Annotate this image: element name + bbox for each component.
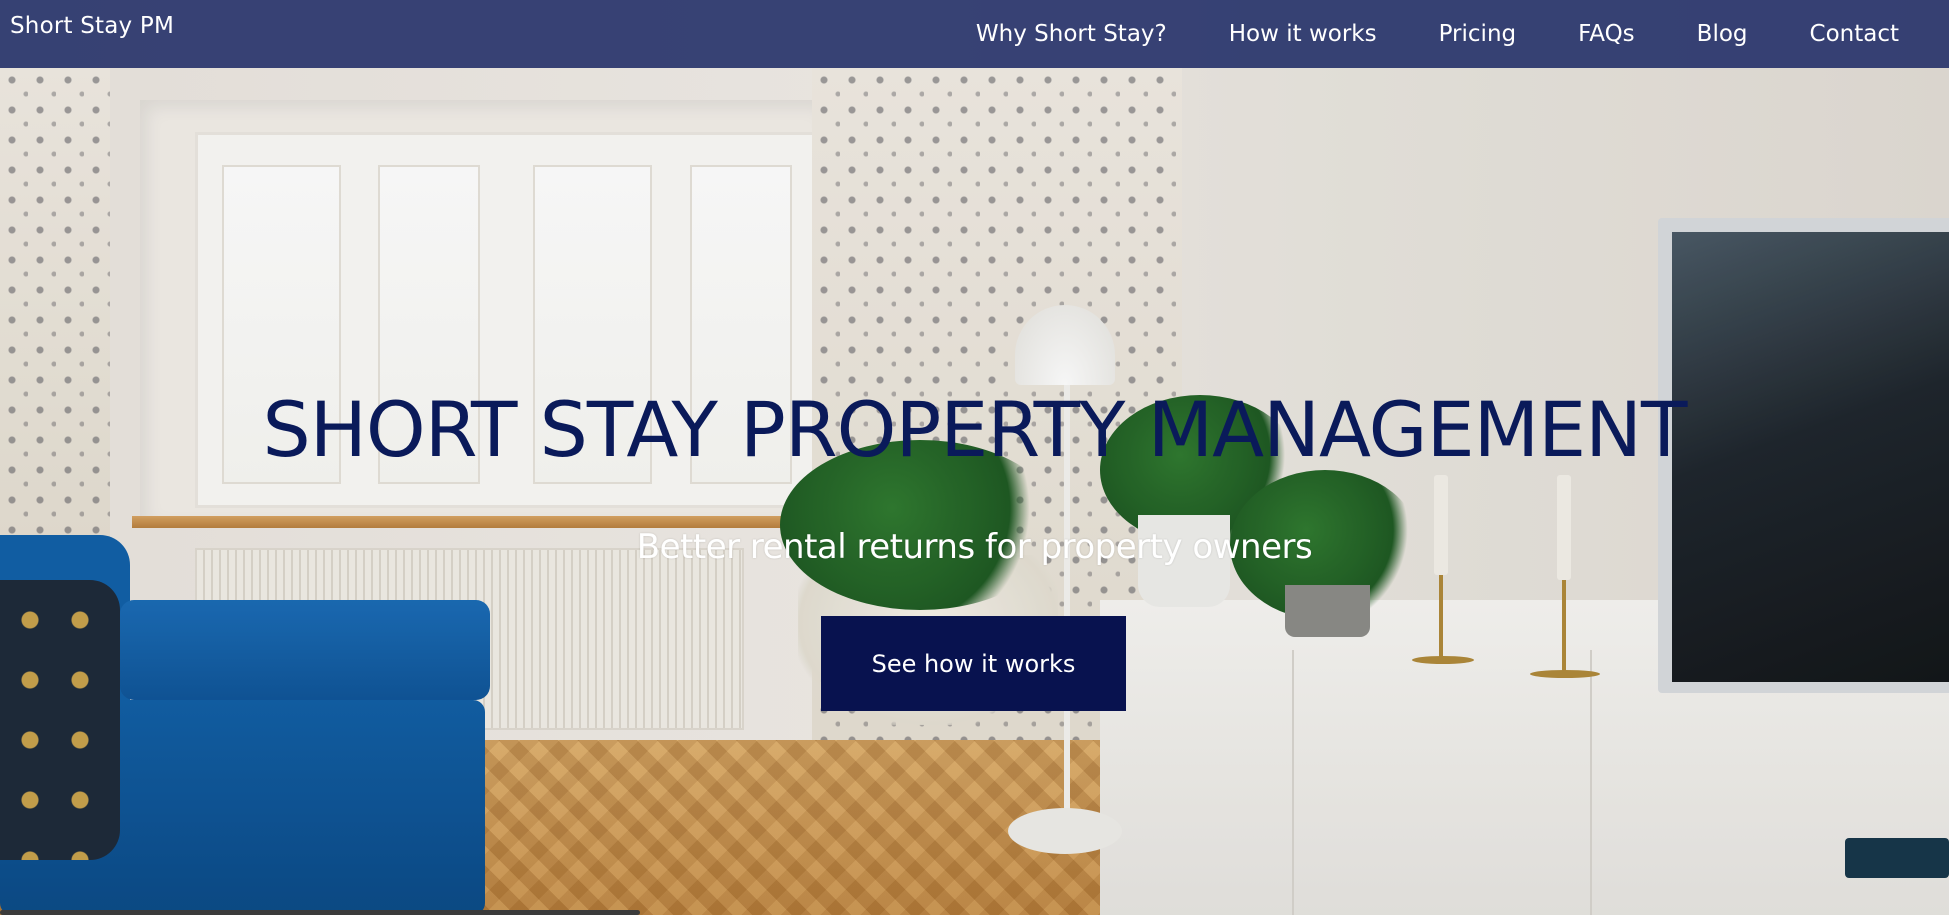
hero-subtitle: Better rental returns for property owner… (636, 527, 1313, 567)
page: Short Stay PM Why Short Stay? How it wor… (0, 0, 1949, 915)
nav-links: Why Short Stay? How it works Pricing FAQ… (914, 0, 1899, 68)
hero-title: SHORT STAY PROPERTY MANAGEMENT (262, 385, 1688, 474)
brand-logo-link[interactable]: Short Stay PM (10, 13, 174, 39)
see-how-it-works-button[interactable]: See how it works (821, 616, 1126, 711)
horizontal-scrollbar[interactable] (0, 910, 640, 915)
nav-link-how-it-works[interactable]: How it works (1229, 21, 1377, 47)
nav-link-blog[interactable]: Blog (1697, 21, 1748, 47)
nav-link-pricing[interactable]: Pricing (1439, 21, 1517, 47)
nav-link-why-short-stay[interactable]: Why Short Stay? (976, 21, 1167, 47)
nav-link-contact[interactable]: Contact (1810, 21, 1899, 47)
top-navbar: Short Stay PM Why Short Stay? How it wor… (0, 0, 1949, 68)
nav-link-faqs[interactable]: FAQs (1578, 21, 1635, 47)
